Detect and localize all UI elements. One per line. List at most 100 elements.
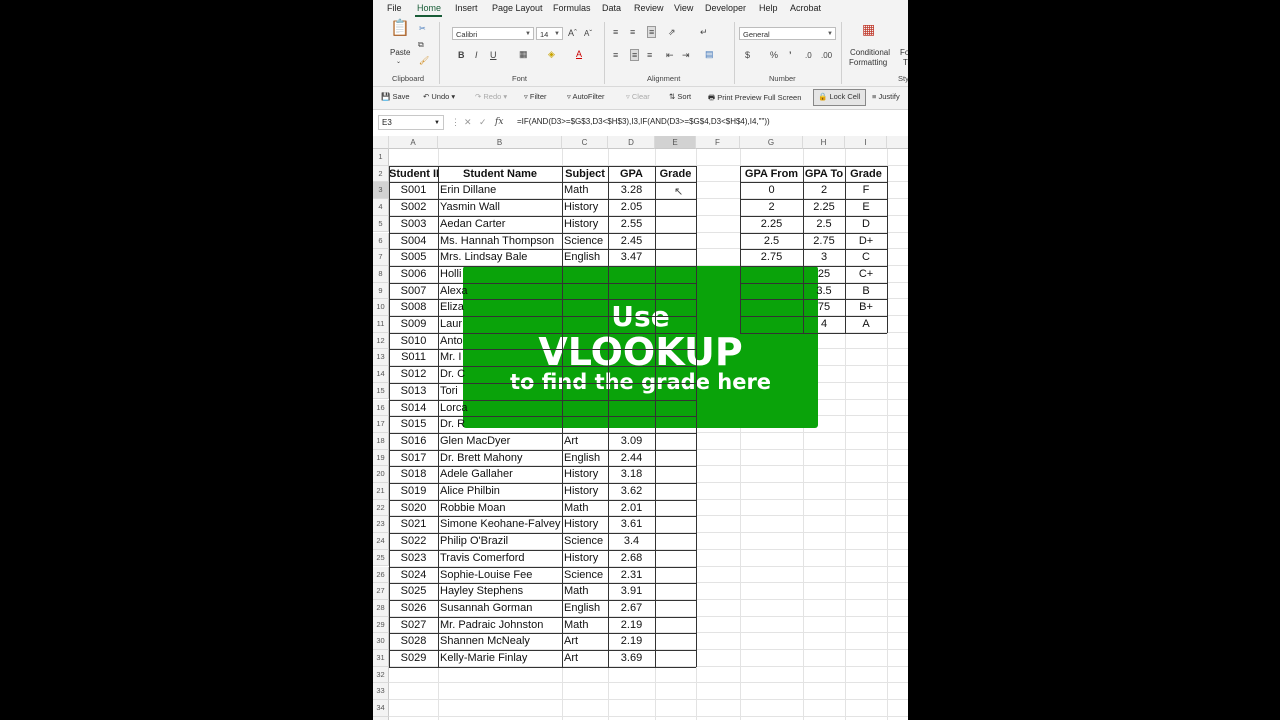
row-header[interactable]: 3 [373, 182, 389, 200]
student-id-cell[interactable]: S025 [389, 583, 438, 600]
format-painter-icon[interactable]: 🖌 [419, 56, 429, 66]
tab-insert[interactable]: Insert [455, 3, 478, 13]
gpa-from-cell[interactable] [740, 299, 803, 316]
row-header[interactable]: 29 [373, 616, 389, 634]
header-cell[interactable]: Student ID [389, 166, 438, 183]
subject-cell[interactable] [564, 299, 608, 316]
student-id-cell[interactable]: S027 [389, 617, 438, 634]
gpa-cell[interactable]: 2.19 [608, 633, 655, 650]
formula-input[interactable]: =IF(AND(D3>=$G$3,D3<$H$3),I3,IF(AND(D3>=… [517, 117, 770, 126]
row-header[interactable]: 25 [373, 549, 389, 567]
justify-button[interactable]: ≡ Justify [872, 92, 900, 101]
row-header[interactable]: 14 [373, 366, 389, 383]
subject-cell[interactable]: English [564, 249, 608, 266]
row-header[interactable]: 9 [373, 282, 389, 300]
student-id-cell[interactable]: S020 [389, 500, 438, 517]
gpa-to-cell[interactable]: 75 [803, 299, 845, 316]
gpa-to-cell[interactable]: 25 [803, 266, 845, 283]
student-id-cell[interactable]: S019 [389, 483, 438, 500]
row-header[interactable]: 6 [373, 232, 389, 250]
gpa-to-cell[interactable]: 4 [803, 316, 845, 333]
student-id-cell[interactable]: S005 [389, 249, 438, 266]
subject-cell[interactable] [564, 400, 608, 417]
row-header[interactable]: 30 [373, 633, 389, 650]
row-header[interactable]: 10 [373, 299, 389, 316]
decrease-decimal-icon[interactable]: .00 [821, 51, 832, 61]
row-header[interactable]: 32 [373, 666, 389, 684]
undo-button[interactable]: ↶ Undo ▾ [423, 92, 455, 101]
row-header[interactable]: 26 [373, 566, 389, 584]
student-name-cell[interactable]: Dr. Brett Mahony [440, 450, 562, 467]
gpa-cell[interactable]: 3.91 [608, 583, 655, 600]
row-header[interactable]: 7 [373, 249, 389, 266]
header-cell[interactable]: Grade [655, 166, 696, 183]
row-header[interactable]: 1 [373, 149, 389, 166]
gpa-cell[interactable]: 3.4 [608, 533, 655, 550]
subject-cell[interactable]: Science [564, 233, 608, 250]
subject-cell[interactable]: Math [564, 583, 608, 600]
gpa-cell[interactable]: 3.09 [608, 433, 655, 450]
row-header[interactable]: 5 [373, 215, 389, 233]
subject-cell[interactable] [564, 416, 608, 433]
name-box[interactable]: E3 ▼ [378, 115, 444, 130]
student-name-cell[interactable]: Shannen McNealy [440, 633, 562, 650]
gpa-cell[interactable] [608, 383, 655, 400]
subject-cell[interactable]: Science [564, 567, 608, 584]
gpa-to-cell[interactable]: 2 [803, 182, 845, 199]
currency-icon[interactable]: $ [745, 50, 750, 60]
row-header[interactable]: 21 [373, 483, 389, 500]
percent-icon[interactable]: % [770, 50, 778, 60]
student-id-cell[interactable]: S024 [389, 567, 438, 584]
italic-icon[interactable]: I [475, 50, 478, 60]
sort-button[interactable]: ⇅ Sort [669, 92, 691, 101]
student-name-cell[interactable]: Kelly-Marie Finlay [440, 650, 562, 667]
student-id-cell[interactable]: S002 [389, 199, 438, 216]
row-header[interactable]: 15 [373, 382, 389, 400]
row-header[interactable]: 4 [373, 199, 389, 216]
student-name-cell[interactable]: Alexa [440, 283, 562, 300]
gpa-cell[interactable]: 2.45 [608, 233, 655, 250]
gpa-cell[interactable]: 2.67 [608, 600, 655, 617]
column-header-i[interactable]: I [845, 136, 887, 149]
more-icon[interactable]: ⋮ [451, 117, 460, 128]
student-id-cell[interactable]: S001 [389, 182, 438, 199]
lookup-header-cell[interactable]: Grade [845, 166, 887, 183]
fill-color-icon[interactable]: ◈ [548, 49, 555, 59]
gpa-to-cell[interactable]: 2.25 [803, 199, 845, 216]
student-id-cell[interactable]: S022 [389, 533, 438, 550]
tab-review[interactable]: Review [634, 3, 664, 13]
student-name-cell[interactable]: Travis Comerford [440, 550, 562, 567]
row-header[interactable]: 34 [373, 700, 389, 717]
student-id-cell[interactable]: S018 [389, 466, 438, 483]
lookup-header-cell[interactable]: GPA From [740, 166, 803, 183]
student-id-cell[interactable]: S026 [389, 600, 438, 617]
grade-cell[interactable]: A [845, 316, 887, 333]
student-name-cell[interactable]: Erin Dillane [440, 182, 562, 199]
subject-cell[interactable]: Art [564, 650, 608, 667]
row-header[interactable]: 23 [373, 516, 389, 534]
gpa-from-cell[interactable] [740, 316, 803, 333]
row-header[interactable]: 22 [373, 499, 389, 517]
gpa-cell[interactable] [608, 349, 655, 366]
gpa-cell[interactable]: 3.47 [608, 249, 655, 266]
student-id-cell[interactable]: S009 [389, 316, 438, 333]
subject-cell[interactable]: Math [564, 617, 608, 634]
paste-dropdown-icon[interactable]: ⌄ [396, 58, 401, 65]
student-id-cell[interactable]: S011 [389, 349, 438, 366]
bold-icon[interactable]: B [458, 50, 465, 60]
gpa-to-cell[interactable]: 2.75 [803, 233, 845, 250]
align-middle-icon[interactable]: ≡ [630, 27, 635, 37]
student-name-cell[interactable]: Anto [440, 333, 562, 350]
row-header[interactable]: 20 [373, 466, 389, 483]
font-size-select[interactable]: 14 ▼ [536, 27, 563, 40]
header-cell[interactable]: Student Name [438, 166, 562, 183]
student-name-cell[interactable]: Alice Philbin [440, 483, 562, 500]
align-right-icon[interactable]: ≡ [647, 50, 652, 60]
conditional-formatting-icon[interactable]: ▦ [862, 22, 875, 36]
save-button[interactable]: 💾 Save [381, 92, 410, 101]
conditional-formatting-label[interactable]: Conditional [850, 48, 890, 57]
student-id-cell[interactable]: S010 [389, 333, 438, 350]
gpa-cell[interactable]: 3.69 [608, 650, 655, 667]
gpa-cell[interactable]: 2.31 [608, 567, 655, 584]
row-header[interactable]: 31 [373, 650, 389, 667]
